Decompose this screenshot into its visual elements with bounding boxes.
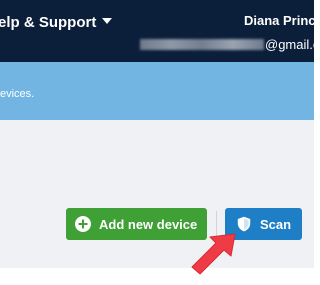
info-banner: evices. <box>0 62 314 120</box>
red-arrow-icon <box>191 233 236 275</box>
chevron-down-icon <box>102 18 113 25</box>
scan-label: Scan <box>260 216 292 232</box>
user-email: @gmail.c <box>140 37 314 52</box>
banner-text: evices. <box>0 88 35 100</box>
page-footer-space <box>0 268 314 285</box>
user-email-domain: @gmail.c <box>265 37 314 52</box>
devices-content-area <box>0 120 314 268</box>
top-nav-bar: elp & Support Diana Princ @gmail.c <box>0 0 314 62</box>
redacted-email-blur <box>140 39 264 50</box>
user-name[interactable]: Diana Princ <box>244 13 314 28</box>
page: elp & Support Diana Princ @gmail.c evice… <box>0 0 314 285</box>
plus-circle-icon <box>75 216 91 232</box>
help-support-label: elp & Support <box>0 14 97 31</box>
add-new-device-label: Add new device <box>99 216 198 232</box>
help-support-menu[interactable]: elp & Support <box>0 14 113 31</box>
